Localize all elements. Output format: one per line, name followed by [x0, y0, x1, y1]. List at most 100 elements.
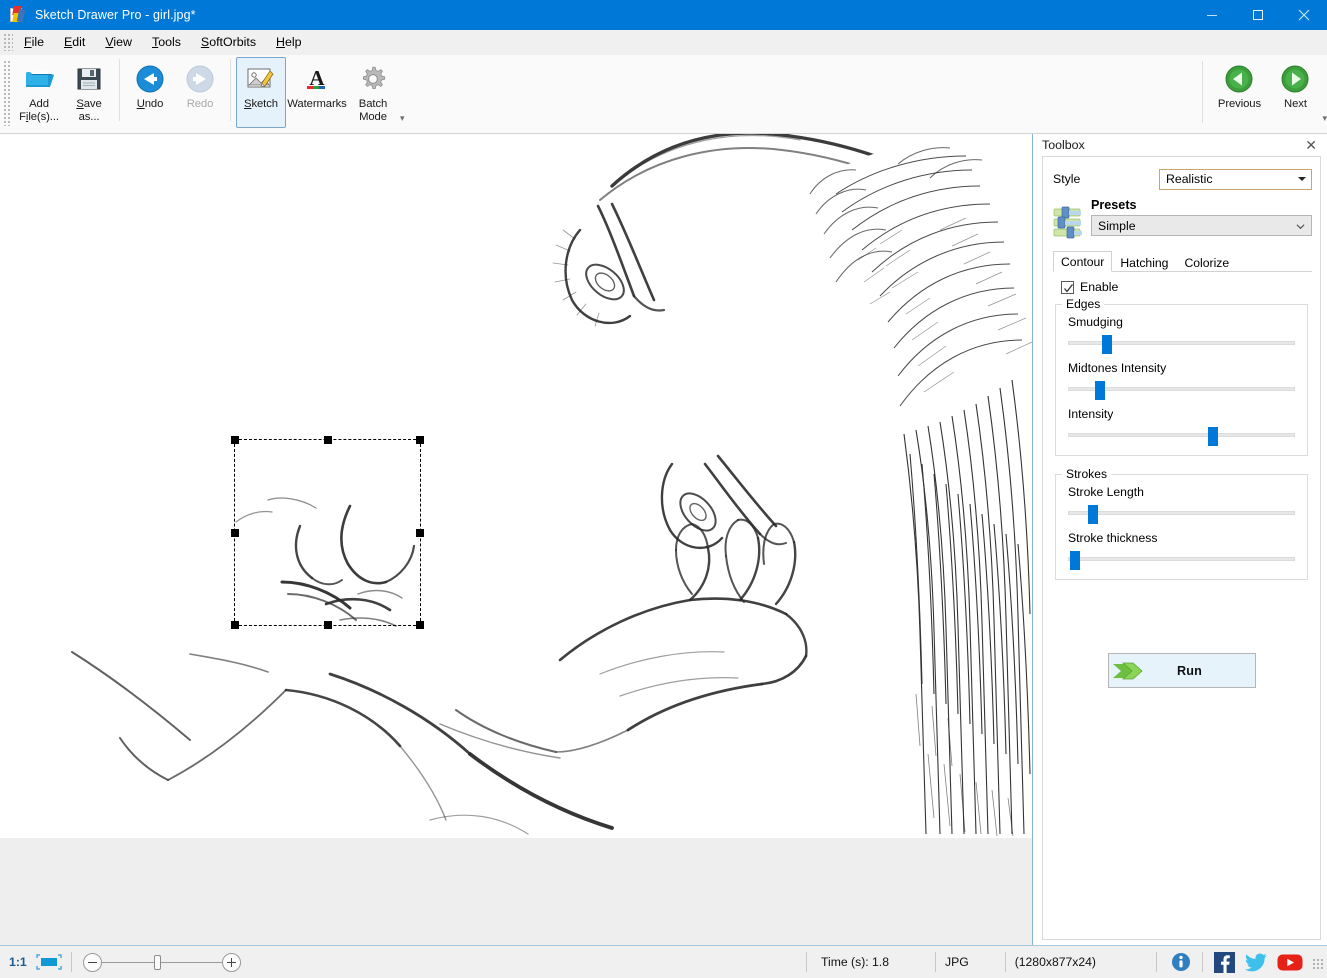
batch-mode-button[interactable]: Batch Mode [348, 57, 398, 128]
file-format-label: JPG [945, 955, 969, 969]
add-files-label-line2: File(s)... [19, 111, 59, 123]
toolbox-tabs: Contour Hatching Colorize [1053, 251, 1312, 272]
toolbar-grip-icon[interactable] [3, 60, 12, 126]
resize-handle-e[interactable] [416, 529, 424, 537]
stroke-length-slider-track[interactable] [1068, 511, 1295, 515]
menu-softorbits[interactable]: SoftOrbits [191, 32, 266, 52]
sketch-app-icon [9, 6, 27, 24]
zoom-out-icon[interactable] [83, 953, 102, 972]
status-separator-6 [1202, 952, 1203, 972]
next-button[interactable]: Next [1270, 57, 1320, 128]
smudging-slider[interactable] [1068, 335, 1295, 351]
undo-button[interactable]: Undo [125, 57, 175, 128]
presets-label: Presets [1091, 198, 1312, 212]
menu-file[interactable]: File [14, 32, 54, 52]
menu-view[interactable]: View [95, 32, 142, 52]
menu-bar: File Edit View Tools SoftOrbits Help [0, 30, 1327, 55]
tab-colorize[interactable]: Colorize [1176, 252, 1237, 272]
zoom-slider-track[interactable] [102, 962, 222, 963]
watermarks-icon: A [302, 62, 332, 96]
batch-mode-label-line1: Batch [359, 98, 387, 110]
toolbar-group-file: Add File(s)... Save [14, 55, 114, 127]
save-as-button[interactable]: Save as... [64, 57, 114, 128]
style-label: Style [1053, 172, 1159, 186]
chevron-down-icon [1296, 222, 1305, 231]
gear-icon [358, 62, 388, 96]
resize-handle-ne[interactable] [416, 436, 424, 444]
menu-grip-icon[interactable] [3, 33, 13, 51]
toolbar-overflow-icon-2[interactable]: ▾ [1322, 113, 1327, 124]
minimize-button[interactable] [1189, 0, 1235, 30]
batch-mode-label-line2: Mode [359, 111, 387, 123]
stroke-thickness-slider-thumb[interactable] [1070, 551, 1080, 570]
selection-marquee[interactable] [234, 439, 421, 626]
menu-help[interactable]: Help [266, 32, 312, 52]
next-icon [1280, 62, 1310, 96]
run-button[interactable]: Run [1108, 653, 1256, 688]
resize-handle-se[interactable] [416, 621, 424, 629]
midtones-intensity-slider-thumb[interactable] [1095, 381, 1105, 400]
maximize-button[interactable] [1235, 0, 1281, 30]
zoom-slider-thumb[interactable] [154, 955, 161, 970]
toolbar-group-navigation: Previous Next ▾ [1197, 55, 1327, 127]
toolbar-group-modes: Sketch A Watermarks [236, 55, 405, 127]
style-select[interactable]: Realistic [1159, 169, 1312, 190]
toolbar-overflow-icon[interactable]: ▾ [400, 113, 405, 124]
stroke-thickness-slider-track[interactable] [1068, 557, 1295, 561]
presets-sliders-icon [1053, 206, 1085, 240]
redo-button[interactable]: Redo [175, 57, 225, 128]
facebook-icon[interactable] [1214, 952, 1235, 973]
resize-handle-sw[interactable] [231, 621, 239, 629]
save-as-label-line1: Save [76, 98, 101, 110]
previous-label: Previous [1218, 98, 1261, 111]
toolbox-panel: Toolbox ✕ Style Realistic [1034, 134, 1327, 945]
close-button[interactable] [1281, 0, 1327, 30]
stroke-thickness-label: Stroke thickness [1068, 531, 1295, 545]
canvas-area[interactable] [0, 134, 1033, 945]
processing-time-label: Time (s): 1.8 [821, 955, 889, 969]
intensity-slider[interactable] [1068, 427, 1295, 443]
tab-hatching[interactable]: Hatching [1112, 252, 1176, 272]
intensity-slider-thumb[interactable] [1208, 427, 1218, 446]
previous-icon [1224, 62, 1254, 96]
stroke-thickness-slider[interactable] [1068, 551, 1295, 567]
run-button-label: Run [1147, 664, 1255, 678]
intensity-slider-track[interactable] [1068, 433, 1295, 437]
stroke-length-slider-thumb[interactable] [1088, 505, 1098, 524]
social-links [1166, 952, 1327, 973]
add-files-button[interactable]: Add File(s)... [14, 57, 64, 128]
zoom-slider[interactable] [83, 953, 241, 972]
tab-contour[interactable]: Contour [1053, 251, 1112, 272]
info-icon[interactable] [1171, 952, 1191, 972]
enable-checkbox[interactable] [1061, 281, 1074, 294]
save-icon [75, 62, 103, 96]
previous-button[interactable]: Previous [1208, 57, 1270, 128]
edges-group-title: Edges [1062, 297, 1104, 311]
toolbox-body: Style Realistic [1042, 156, 1321, 940]
intensity-label: Intensity [1068, 407, 1295, 421]
sketch-button[interactable]: Sketch [236, 57, 286, 128]
resize-handle-nw[interactable] [231, 436, 239, 444]
green-arrow-icon [1109, 660, 1147, 682]
presets-select[interactable]: Simple [1091, 215, 1312, 236]
image-dimensions-label: (1280x877x24) [1015, 955, 1096, 969]
fit-to-screen-icon[interactable] [36, 954, 62, 970]
sketch-image[interactable] [0, 134, 1032, 838]
midtones-intensity-slider[interactable] [1068, 381, 1295, 397]
stroke-length-slider[interactable] [1068, 505, 1295, 521]
youtube-icon[interactable] [1277, 953, 1303, 972]
resize-handle-w[interactable] [231, 529, 239, 537]
next-label: Next [1284, 98, 1307, 111]
twitter-icon[interactable] [1245, 953, 1267, 972]
resize-handle-s[interactable] [324, 621, 332, 629]
toolbox-close-icon[interactable]: ✕ [1301, 137, 1321, 153]
smudging-slider-thumb[interactable] [1102, 335, 1112, 354]
resize-grip-icon[interactable] [1312, 958, 1324, 970]
watermarks-button[interactable]: A Watermarks [286, 57, 348, 128]
toolbar: Add File(s)... Save [0, 55, 1327, 134]
menu-tools[interactable]: Tools [142, 32, 191, 52]
zoom-in-icon[interactable] [222, 953, 241, 972]
menu-edit[interactable]: Edit [54, 32, 95, 52]
enable-checkbox-row[interactable]: Enable [1061, 280, 1320, 294]
resize-handle-n[interactable] [324, 436, 332, 444]
